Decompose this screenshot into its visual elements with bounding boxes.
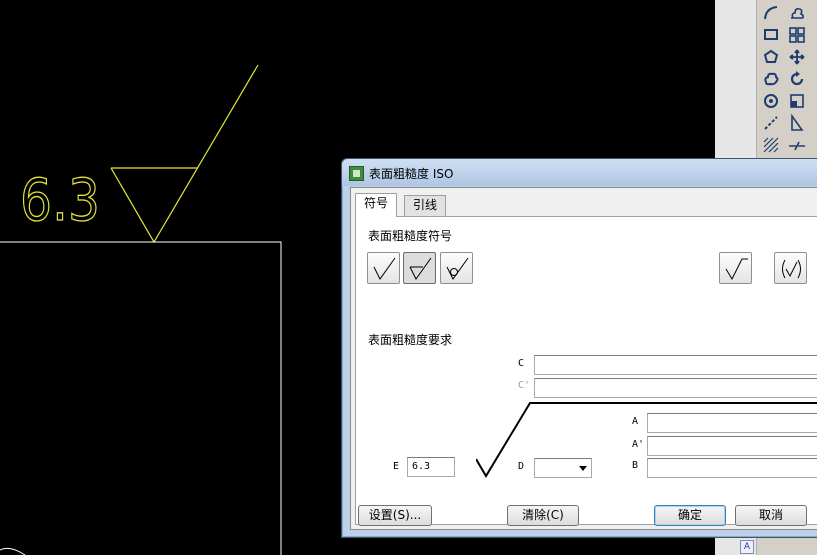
polygon-icon[interactable]	[760, 46, 782, 68]
toolbar-column-right	[786, 2, 810, 156]
material-removal-prohibited-icon	[446, 257, 469, 280]
settings-button[interactable]: 设置(S)...	[358, 505, 432, 526]
field-label-e: E	[393, 461, 400, 472]
basic-surface-symbol-icon	[373, 257, 396, 280]
toolbar-bottom-button[interactable]: A	[740, 540, 754, 554]
move-icon[interactable]	[786, 46, 808, 68]
tab-panel-symbol: 表面粗糙度符号 表面粗糙度要求 C C' A A' B E 6.3 D	[355, 216, 817, 525]
dialog-titlebar[interactable]: 表面粗糙度 ISO	[342, 159, 817, 186]
parenthesized-symbol-icon	[782, 259, 801, 279]
separator	[460, 235, 817, 236]
cancel-button[interactable]: 取消	[735, 505, 807, 526]
toolbar-column-left	[760, 2, 784, 156]
clear-button[interactable]: 清除(C)	[507, 505, 579, 526]
rotate-icon[interactable]	[786, 68, 808, 90]
ok-button[interactable]: 确定	[654, 505, 726, 526]
field-label-d: D	[518, 461, 525, 472]
field-label-c: C	[518, 358, 525, 369]
tab-leader[interactable]: 引线	[404, 195, 447, 216]
spline-cloud-icon[interactable]	[760, 68, 782, 90]
array-icon[interactable]	[786, 24, 808, 46]
part-outline-arc	[0, 547, 26, 555]
all-around-button[interactable]	[719, 252, 752, 284]
chevron-down-icon[interactable]	[579, 466, 587, 471]
field-d-combo[interactable]	[534, 458, 592, 478]
tab-symbol[interactable]: 符号	[355, 193, 398, 217]
break-icon[interactable]	[786, 134, 808, 156]
field-c-prime-input[interactable]	[534, 378, 817, 398]
field-label-a: A	[632, 416, 639, 427]
surface-roughness-dialog: 表面粗糙度 ISO 符号 引线 表面粗糙度符号 表面粗糙度要求 C C' A A…	[341, 158, 817, 538]
field-b-input[interactable]	[647, 458, 817, 478]
field-label-a-prime: A'	[632, 439, 645, 450]
basic-symbol-button[interactable]	[367, 252, 400, 284]
removal-required-button[interactable]	[403, 252, 436, 284]
dialog-title: 表面粗糙度 ISO	[369, 167, 454, 181]
line-icon[interactable]	[760, 112, 782, 134]
part-outline	[0, 241, 282, 555]
field-label-b: B	[632, 460, 639, 471]
cloud-revision-icon[interactable]	[786, 2, 808, 24]
field-a-prime-input[interactable]	[647, 436, 817, 456]
hatch-icon[interactable]	[760, 134, 782, 156]
rectangle-icon[interactable]	[760, 24, 782, 46]
dialog-client: 符号 引线 表面粗糙度符号 表面粗糙度要求 C C' A A' B E 6.3 …	[350, 187, 817, 530]
arc-icon[interactable]	[760, 2, 782, 24]
roughness-value-text: 6.3	[20, 166, 100, 234]
stretch-icon[interactable]	[786, 112, 808, 134]
field-e-input[interactable]: 6.3	[407, 457, 455, 477]
material-removal-required-icon	[409, 257, 432, 280]
parenthesized-button[interactable]	[774, 252, 807, 284]
all-around-symbol-icon	[725, 258, 748, 281]
symbol-section-title: 表面粗糙度符号	[368, 229, 453, 243]
field-label-c-prime: C'	[518, 380, 531, 391]
scale-icon[interactable]	[786, 90, 808, 112]
separator	[460, 339, 817, 340]
field-c-input[interactable]	[534, 355, 817, 375]
app-icon	[349, 166, 364, 181]
field-a-input[interactable]	[647, 413, 817, 433]
removal-prohibited-button[interactable]	[440, 252, 473, 284]
roughness-symbol-check	[110, 64, 259, 244]
requirements-section-title: 表面粗糙度要求	[368, 333, 453, 347]
donut-icon[interactable]	[760, 90, 782, 112]
